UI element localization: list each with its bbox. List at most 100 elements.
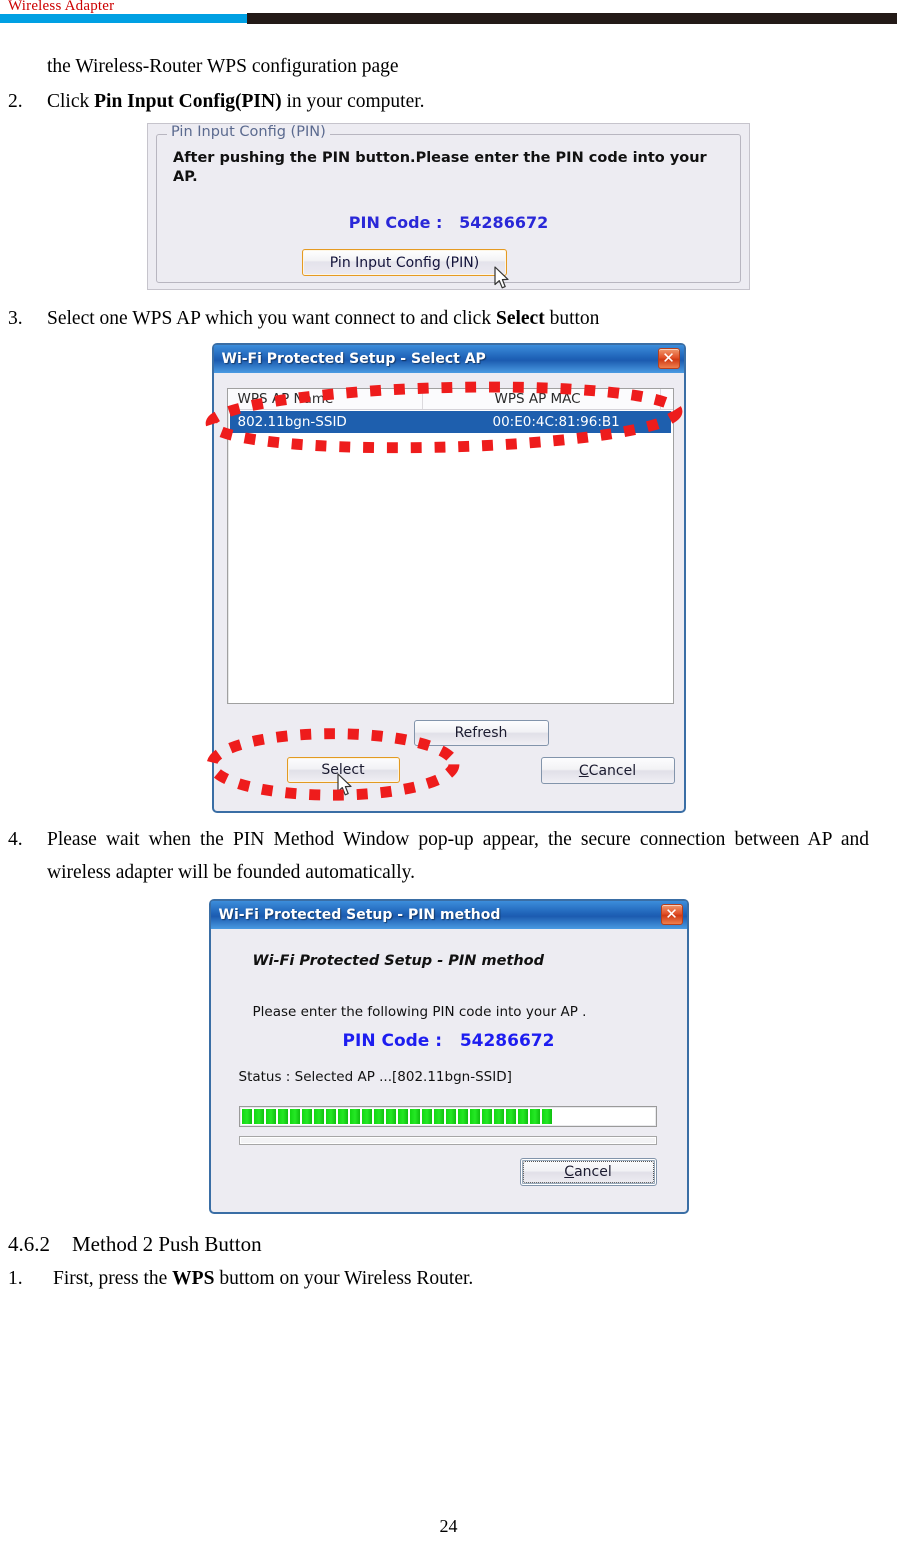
select-button[interactable]: Select [286,757,400,783]
progress-segment [301,1109,312,1124]
ap-list[interactable]: WPS AP Name WPS AP MAC 802.11bgn-SSID 00… [226,388,674,704]
pin-method-pin-line: PIN Code : 54286672 [211,1031,687,1051]
step-2-number: 2. [8,91,23,112]
progress-segment [493,1109,504,1124]
pin-code-label: PIN Code : [348,213,443,232]
step-1-method2: 1. First, press the WPS buttom on your W… [0,1262,897,1295]
section-number: 4.6.2 [8,1232,50,1256]
step-3-number: 3. [8,308,23,329]
progress-segment [457,1109,468,1124]
page-number: 24 [439,1516,458,1536]
document-body: the Wireless-Router WPS configuration pa… [0,24,897,1295]
header-rule-blue [0,14,247,23]
step-1-method2-number: 1. [8,1268,23,1289]
pin-config-legend: Pin Input Config (PIN) [167,124,330,140]
cancel-button[interactable]: Cancel [519,1158,657,1186]
progress-segment [529,1109,540,1124]
focus-outline [522,1161,654,1183]
progress-segment [469,1109,480,1124]
pin-config-description: After pushing the PIN button.Please ente… [173,150,707,185]
progress-segment [481,1109,492,1124]
step-2-after: in your computer. [281,91,425,112]
close-icon-glyph: ✕ [665,905,678,923]
progress-segment [397,1109,408,1124]
column-header-ap-mac[interactable]: WPS AP MAC [423,389,661,409]
progress-segment [289,1109,300,1124]
figure-select-ap-dialog: Wi-Fi Protected Setup - Select AP ✕ WPS … [205,343,686,813]
progress-segment [241,1109,252,1124]
step-3: 3. Select one WPS AP which you want conn… [0,302,897,335]
progress-segment [433,1109,444,1124]
paragraph-continuation: the Wireless-Router WPS configuration pa… [0,50,897,83]
step-3-before: Select one WPS AP which you want connect… [47,308,496,329]
pin-method-title-bar: Wi-Fi Protected Setup - PIN method ✕ [210,901,687,929]
cancel-button[interactable]: CCancel [540,757,675,784]
progress-segment [277,1109,288,1124]
step-4-text: Please wait when the PIN Method Window p… [47,829,869,883]
step-3-bold: Select [495,308,545,329]
pin-method-pin-value: 54286672 [459,1031,555,1051]
progress-segment [325,1109,336,1124]
header-rule-dark [247,13,897,24]
close-icon[interactable]: ✕ [657,348,680,369]
pin-method-heading: Wi-Fi Protected Setup - PIN method [252,953,545,969]
progress-bar [238,1106,657,1127]
progress-segment [541,1109,552,1124]
close-icon[interactable]: ✕ [660,904,683,925]
pin-config-groupbox: Pin Input Config (PIN) After pushing the… [156,124,741,289]
progress-segment [265,1109,276,1124]
progress-segment [373,1109,384,1124]
figure-pin-input-config: Pin Input Config (PIN) After pushing the… [147,123,750,290]
select-ap-title-text: Wi-Fi Protected Setup - Select AP [221,351,486,367]
pin-input-config-button-label: Pin Input Config (PIN) [329,254,480,271]
step-4: 4. Please wait when the PIN Method Windo… [0,823,897,889]
secondary-progress-bar [238,1136,657,1145]
step-3-after: button [544,308,600,329]
refresh-button[interactable]: Refresh [413,720,549,746]
pin-method-title-text: Wi-Fi Protected Setup - PIN method [218,907,501,923]
step-1-method2-text: First, press the WPS buttom on your Wire… [53,1262,869,1295]
pin-code-line: PIN Code : 54286672 [157,213,740,232]
progress-segment [313,1109,324,1124]
step-1-method2-bold: WPS [172,1268,215,1289]
pin-method-subtext: Please enter the following PIN code into… [252,1004,587,1020]
column-header-ap-name[interactable]: WPS AP Name [228,389,423,409]
progress-segment [421,1109,432,1124]
progress-segment [517,1109,528,1124]
column-header-spacer [661,389,673,409]
step-4-number: 4. [8,829,23,850]
ap-list-header: WPS AP Name WPS AP MAC [227,389,673,410]
step-2: 2. Click Pin Input Config(PIN) in your c… [0,85,897,118]
progress-segment [445,1109,456,1124]
step-2-text: Click Pin Input Config(PIN) in your comp… [47,85,869,118]
pin-method-pin-label: PIN Code : [342,1031,443,1051]
progress-segment [253,1109,264,1124]
cancel-button-label: CCancel [578,762,637,779]
pin-input-config-button[interactable]: Pin Input Config (PIN) [302,249,507,276]
select-ap-title-bar: Wi-Fi Protected Setup - Select AP ✕ [213,345,684,373]
ap-row-mac: 00:E0:4C:81:96:B1 [492,414,620,430]
figure-pin-method-dialog: Wi-Fi Protected Setup - PIN method ✕ Wi-… [208,899,689,1214]
progress-segment [337,1109,348,1124]
progress-segment [361,1109,372,1124]
step-1-method2-after: buttom on your Wireless Router. [214,1268,474,1289]
step-1-method2-before: First, press the [53,1268,173,1289]
section-title: Method 2 Push Button [72,1232,262,1256]
continuation-text: the Wireless-Router WPS configuration pa… [47,56,399,77]
cancel-button-label-rest: Cancel [588,762,637,779]
section-heading: 4.6.2 Method 2 Push Button [0,1228,897,1260]
refresh-button-label: Refresh [454,725,508,741]
pin-method-status: Status : Selected AP ...[802.11bgn-SSID] [238,1069,512,1085]
progress-segment [385,1109,396,1124]
ap-row-name: 802.11bgn-SSID [237,414,347,430]
progress-segment [349,1109,360,1124]
table-row[interactable]: 802.11bgn-SSID 00:E0:4C:81:96:B1 [229,411,671,433]
header-title: Wireless Adapter [8,0,115,14]
pin-code-value: 54286672 [459,213,549,232]
step-2-bold: Pin Input Config(PIN) [94,91,282,112]
page-running-header: Wireless Adapter [0,0,897,24]
select-button-label: Select [321,762,365,778]
step-3-text: Select one WPS AP which you want connect… [47,302,869,335]
step-2-before: Click [47,91,95,112]
close-icon-glyph: ✕ [662,349,675,367]
